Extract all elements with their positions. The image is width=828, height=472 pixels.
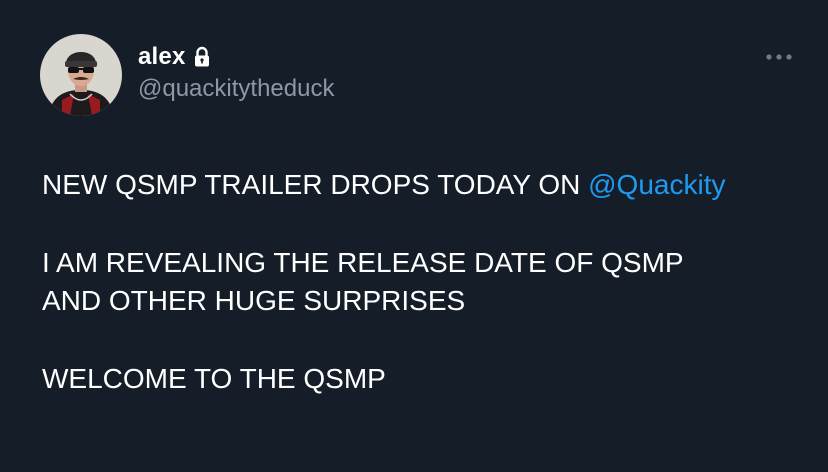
avatar-image: [40, 34, 122, 116]
display-name[interactable]: alex: [138, 43, 186, 71]
author-avatar[interactable]: [40, 34, 122, 116]
lock-icon: [194, 46, 210, 68]
tweet-paragraph-2: I AM REVEALING THE RELEASE DATE OF QSMP …: [42, 244, 802, 320]
tweet-paragraph-3: WELCOME TO THE QSMP: [42, 360, 802, 398]
tweet-card: alex @quackitytheduck NEW QSMP TRAILER D…: [0, 0, 828, 472]
mention-link[interactable]: @Quackity: [588, 169, 725, 200]
tweet-line: WELCOME TO THE QSMP: [42, 363, 386, 394]
tweet-line-text: NEW QSMP TRAILER DROPS TODAY ON: [42, 169, 589, 200]
author-identity: alex @quackitytheduck: [138, 42, 334, 103]
display-name-row: alex: [138, 42, 334, 72]
tweet-line: AND OTHER HUGE SURPRISES: [42, 285, 466, 316]
tweet-paragraph-1: NEW QSMP TRAILER DROPS TODAY ON @Quackit…: [42, 166, 802, 204]
author-handle[interactable]: @quackitytheduck: [138, 75, 334, 103]
tweet-text: NEW QSMP TRAILER DROPS TODAY ON @Quackit…: [42, 166, 802, 398]
tweet-line: I AM REVEALING THE RELEASE DATE OF QSMP: [42, 247, 684, 278]
tweet-line: NEW QSMP TRAILER DROPS TODAY ON @Quackit…: [42, 166, 802, 204]
more-options-icon[interactable]: [764, 50, 794, 64]
